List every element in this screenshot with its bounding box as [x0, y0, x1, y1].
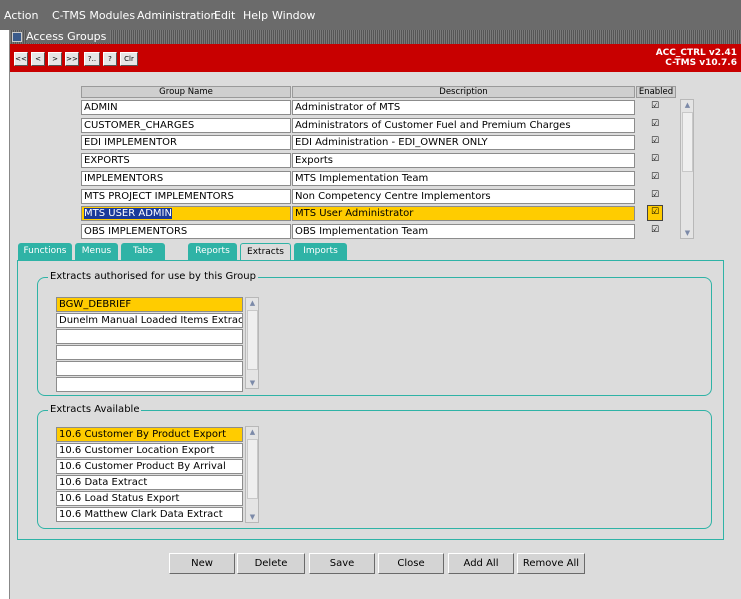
prev-record-button[interactable]: <	[31, 52, 45, 66]
scroll-up-icon[interactable]: ▲	[682, 100, 693, 110]
extract-list-item[interactable]	[56, 345, 243, 360]
group-name-cell[interactable]: EXPORTS	[81, 153, 291, 168]
group-name-cell[interactable]: IMPLEMENTORS	[81, 171, 291, 186]
scroll-thumb[interactable]	[682, 112, 693, 172]
group-description-cell[interactable]: Non Competency Centre Implementors	[292, 189, 635, 204]
window-title-bar[interactable]: Access Groups	[10, 30, 741, 44]
group-description-cell[interactable]: OBS Implementation Team	[292, 224, 635, 239]
enabled-checkbox[interactable]: ☑	[650, 155, 660, 165]
extract-list-item[interactable]: 10.6 Customer Product By Arrival	[56, 459, 243, 474]
available-extracts-label: Extracts Available	[48, 404, 142, 416]
menu-help[interactable]: Help	[243, 9, 268, 22]
save-button[interactable]: Save	[309, 553, 375, 574]
tab-menus[interactable]: Menus	[75, 243, 118, 260]
version-line-2: C-TMS v10.7.6	[665, 58, 737, 68]
group-name-cell[interactable]: ADMIN	[81, 100, 291, 115]
group-name-cell[interactable]: MTS PROJECT IMPLEMENTORS	[81, 189, 291, 204]
tab-reports[interactable]: Reports	[188, 243, 237, 260]
col-header-group-name: Group Name	[81, 86, 291, 98]
enabled-checkbox[interactable]: ☑	[650, 226, 660, 236]
extract-list-item[interactable]: 10.6 Customer Location Export	[56, 443, 243, 458]
scroll-down-icon[interactable]: ▼	[247, 378, 258, 388]
group-description-cell[interactable]: Administrators of Customer Fuel and Prem…	[292, 118, 635, 133]
scroll-thumb[interactable]	[247, 310, 258, 370]
group-name-cell[interactable]: CUSTOMER_CHARGES	[81, 118, 291, 133]
groups-scrollbar[interactable]: ▲ ▼	[680, 99, 694, 239]
extract-list-item[interactable]	[56, 361, 243, 376]
group-description-cell[interactable]: MTS User Administrator	[292, 206, 635, 221]
enabled-checkbox[interactable]: ☑	[650, 173, 660, 183]
menu-administration[interactable]: Administration	[137, 9, 218, 22]
group-name-cell[interactable]: EDI IMPLEMENTOR	[81, 135, 291, 150]
scroll-down-icon[interactable]: ▼	[247, 512, 258, 522]
group-description-cell[interactable]: EDI Administration - EDI_OWNER ONLY	[292, 135, 635, 150]
tab-tabs[interactable]: Tabs	[121, 243, 165, 260]
next-record-button[interactable]: >	[48, 52, 62, 66]
close-button[interactable]: Close	[378, 553, 444, 574]
extract-list-item[interactable]	[56, 377, 243, 392]
group-description-cell[interactable]: MTS Implementation Team	[292, 171, 635, 186]
menu-edit[interactable]: Edit	[214, 9, 235, 22]
new-button[interactable]: New	[169, 553, 235, 574]
enabled-checkbox[interactable]: ☑	[650, 120, 660, 130]
window-icon	[12, 32, 22, 42]
remove-all-button[interactable]: Remove All	[517, 553, 585, 574]
help-button[interactable]: ?	[103, 52, 117, 66]
col-header-description: Description	[292, 86, 635, 98]
tab-imports[interactable]: Imports	[294, 243, 347, 260]
extract-list-item[interactable]: 10.6 Matthew Clark Data Extract	[56, 507, 243, 522]
clear-button[interactable]: Clr	[120, 52, 138, 66]
col-header-enabled: Enabled	[636, 86, 676, 98]
scroll-up-icon[interactable]: ▲	[247, 427, 258, 437]
version-info: ACC_CTRL v2.41 C-TMS v10.7.6	[656, 48, 737, 68]
query-button[interactable]: ?..	[84, 52, 100, 66]
first-record-button[interactable]: <<	[14, 52, 28, 66]
group-name-cell[interactable]: MTS USER ADMIN	[81, 206, 291, 221]
available-scrollbar[interactable]: ▲ ▼	[245, 426, 259, 523]
extract-list-item[interactable]: Dunelm Manual Loaded Items Extract	[56, 313, 243, 328]
window-title: Access Groups	[26, 30, 111, 43]
extract-list-item[interactable]	[56, 329, 243, 344]
extract-list-item[interactable]: 10.6 Data Extract	[56, 475, 243, 490]
tab-functions[interactable]: Functions	[18, 243, 72, 260]
group-description-cell[interactable]: Exports	[292, 153, 635, 168]
menu-window[interactable]: Window	[272, 9, 315, 22]
scroll-thumb[interactable]	[247, 439, 258, 499]
group-name-cell[interactable]: OBS IMPLEMENTORS	[81, 224, 291, 239]
selected-text: MTS USER ADMIN	[84, 208, 172, 219]
toolbar: << < > >> ?.. ? Clr ACC_CTRL v2.41 C-TMS…	[10, 44, 741, 72]
extract-list-item[interactable]: 10.6 Customer By Product Export	[56, 427, 243, 442]
tab-extracts[interactable]: Extracts	[240, 243, 291, 261]
enabled-checkbox[interactable]: ☑	[650, 102, 660, 112]
authorised-scrollbar[interactable]: ▲ ▼	[245, 297, 259, 389]
menu-ctms-modules[interactable]: C-TMS Modules	[52, 9, 135, 22]
extract-list-item[interactable]: BGW_DEBRIEF	[56, 297, 243, 312]
version-line-1: ACC_CTRL v2.41	[655, 48, 737, 58]
extract-list-item[interactable]: 10.6 Load Status Export	[56, 491, 243, 506]
menu-action[interactable]: Action	[4, 9, 38, 22]
enabled-checkbox[interactable]: ☑	[650, 137, 660, 147]
delete-button[interactable]: Delete	[237, 553, 305, 574]
menu-bar: Action C-TMS Modules Administration Edit…	[0, 0, 741, 30]
last-record-button[interactable]: >>	[65, 52, 79, 66]
enabled-checkbox[interactable]: ☑	[650, 208, 660, 218]
scroll-down-icon[interactable]: ▼	[682, 228, 693, 238]
add-all-button[interactable]: Add All	[448, 553, 514, 574]
authorised-extracts-label: Extracts authorised for use by this Grou…	[48, 271, 258, 283]
group-description-cell[interactable]: Administrator of MTS	[292, 100, 635, 115]
scroll-up-icon[interactable]: ▲	[247, 298, 258, 308]
enabled-checkbox[interactable]: ☑	[650, 191, 660, 201]
